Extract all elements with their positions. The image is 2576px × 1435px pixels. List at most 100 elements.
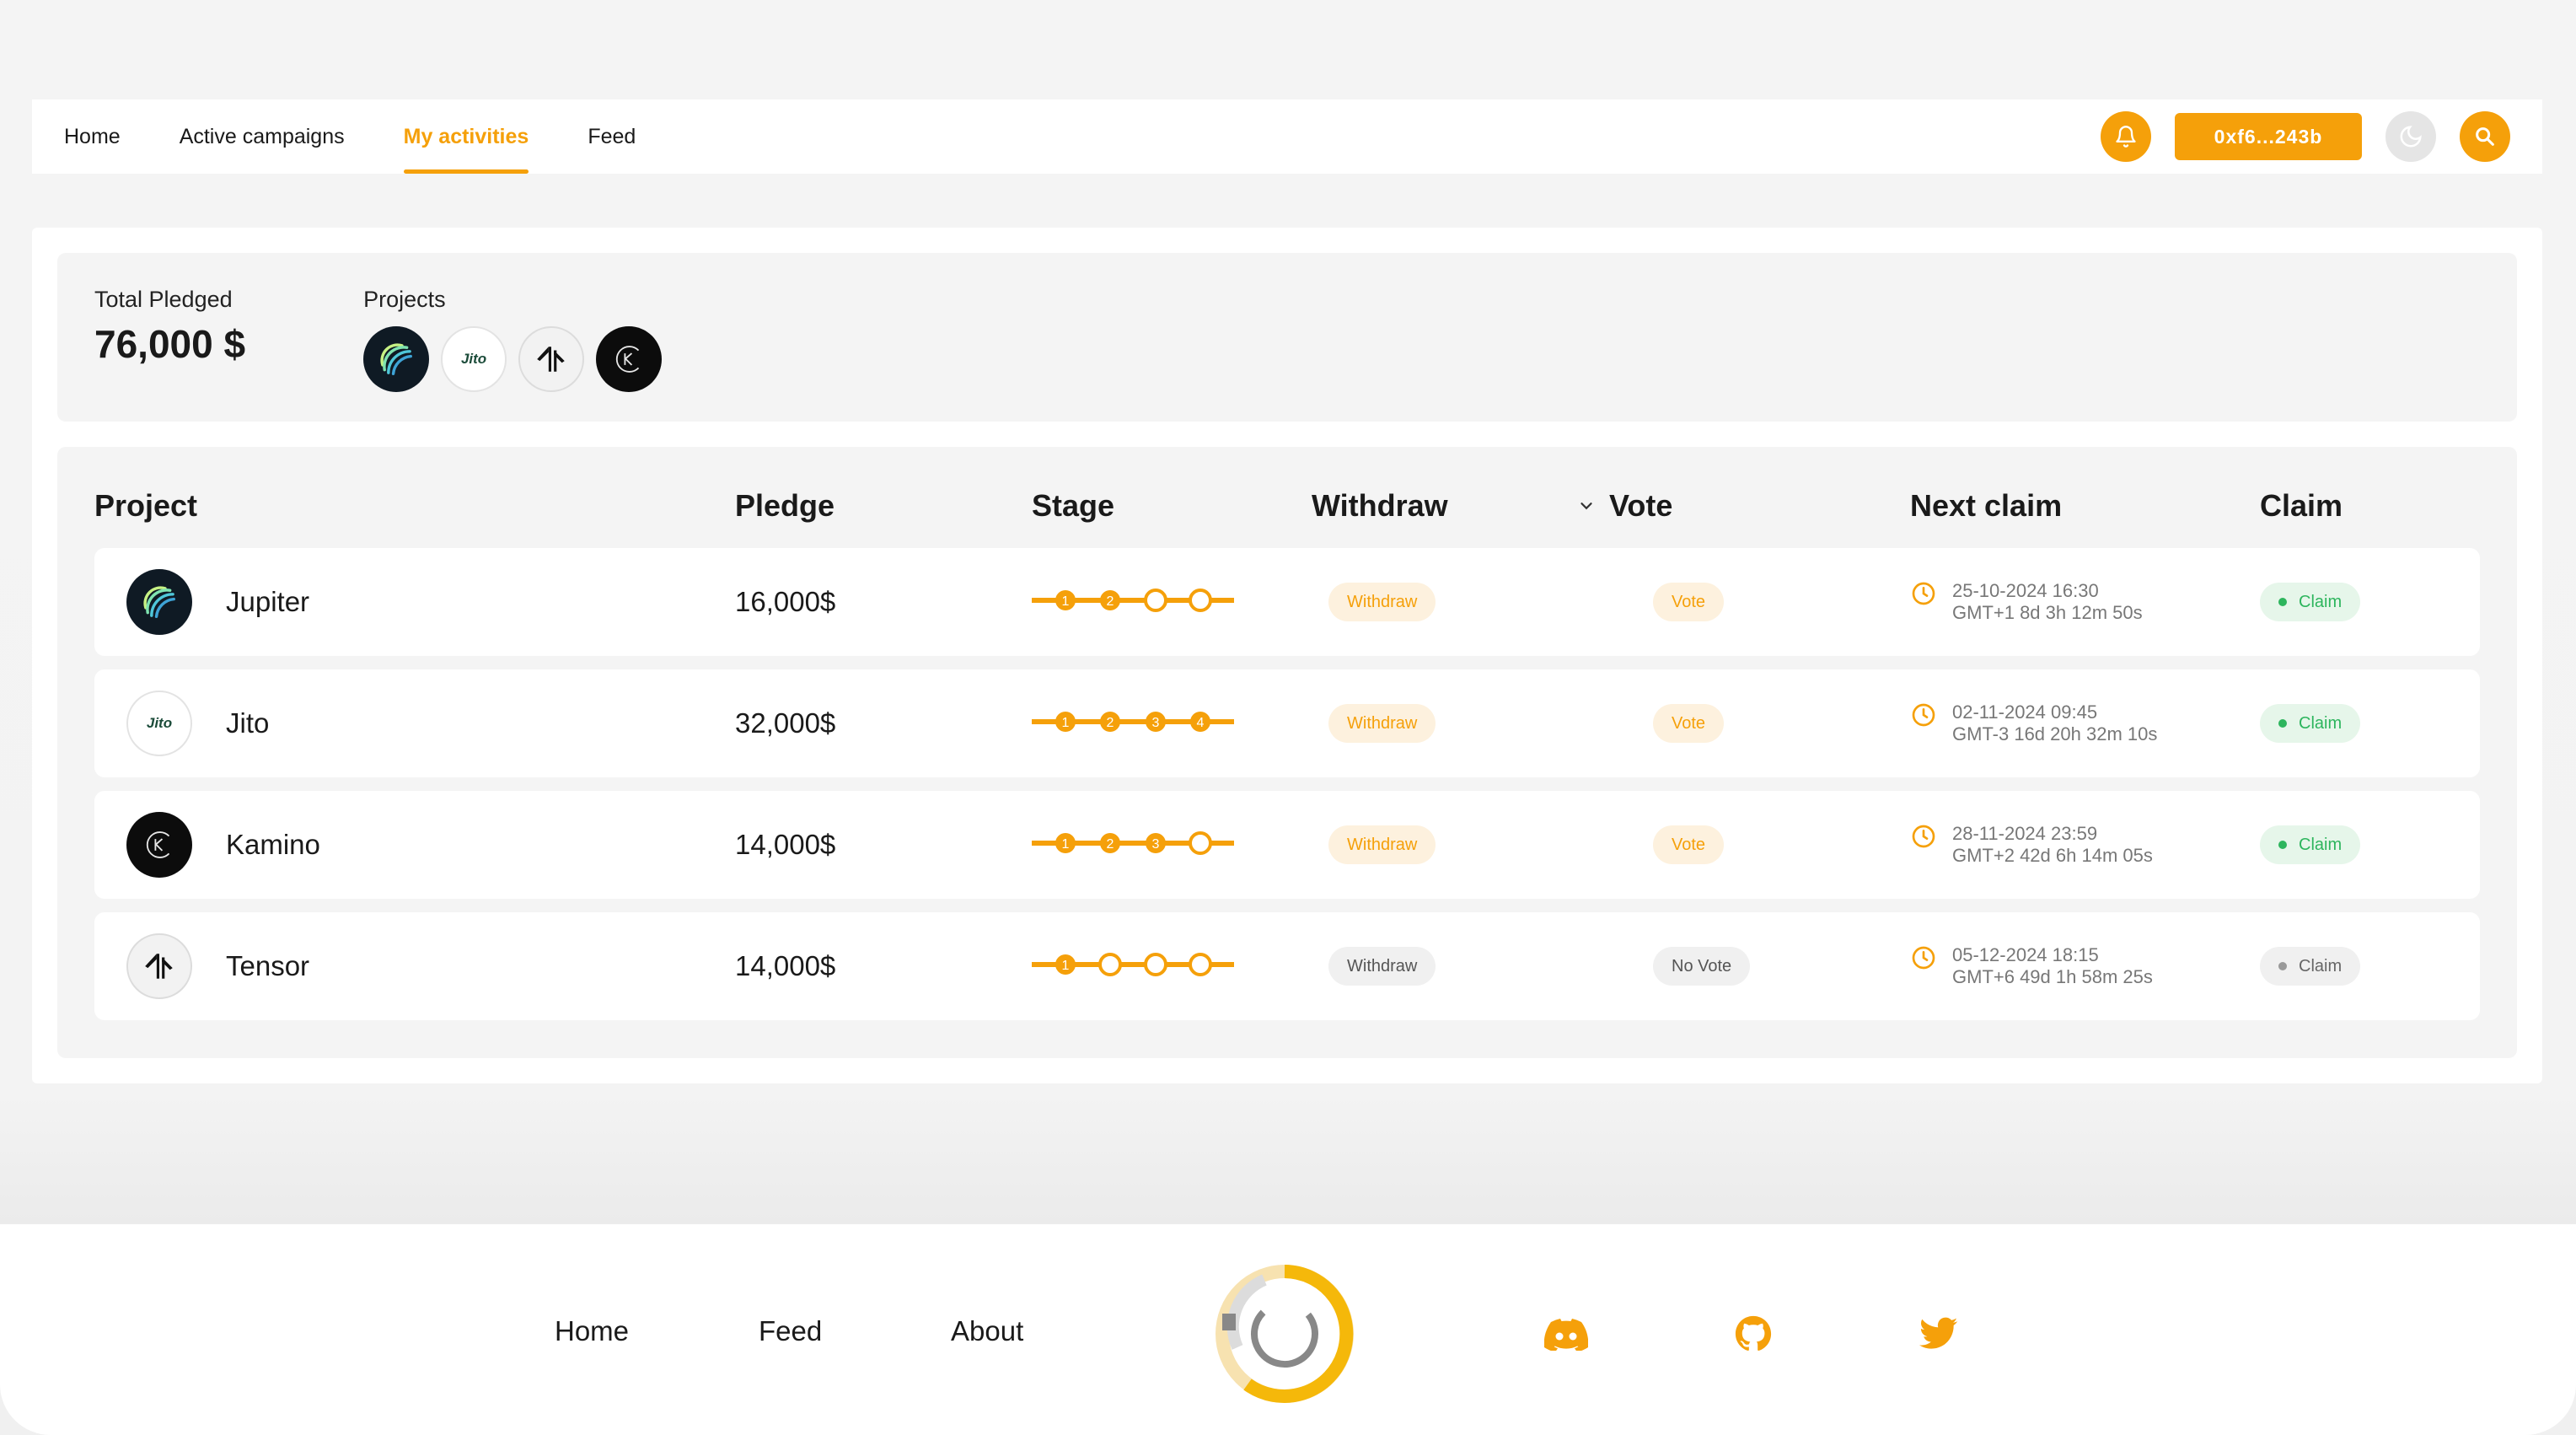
stage-progress: 1 — [1029, 949, 1312, 984]
clock-icon — [1912, 582, 1935, 605]
stage-stepper: 1 2 3 4 — [1029, 711, 1237, 732]
svg-text:2: 2 — [1107, 837, 1114, 852]
table-row[interactable]: Jito Jito 32,000$ 1 2 3 4 Withdraw Vote — [94, 669, 2480, 777]
svg-text:1: 1 — [1062, 716, 1070, 730]
claim-button[interactable]: Claim — [2260, 704, 2361, 743]
next-claim-countdown: GMT+2 42d 6h 14m 05s — [1952, 845, 2153, 866]
claim-button[interactable]: Claim — [2260, 825, 2361, 864]
project-cell: Tensor — [94, 933, 735, 999]
tensor-logo[interactable] — [518, 326, 585, 392]
next-claim-cell: 05-12-2024 18:15 GMT+6 49d 1h 58m 25s — [1910, 944, 2260, 988]
svg-text:3: 3 — [1152, 837, 1160, 852]
nav-my-activities[interactable]: My activities — [403, 99, 529, 174]
next-claim-info: 28-11-2024 23:59 GMT+2 42d 6h 14m 05s — [1952, 823, 2153, 867]
nav-active-campaigns[interactable]: Active campaigns — [180, 99, 345, 174]
notifications-button[interactable] — [2101, 111, 2151, 162]
claim-button[interactable]: Claim — [2260, 583, 2361, 621]
theme-toggle-button[interactable] — [2385, 111, 2436, 162]
table-row[interactable]: Tensor 14,000$ 1 Withdraw No Vote 05-12-… — [94, 912, 2480, 1020]
chevron-down-icon — [1580, 503, 1592, 510]
header-vote[interactable]: Vote — [1577, 488, 1910, 524]
search-icon — [2476, 127, 2494, 146]
vote-button[interactable]: Vote — [1653, 825, 1725, 864]
status-dot — [2278, 719, 2287, 728]
vote-cell: Vote — [1611, 583, 1910, 621]
withdraw-cell: Withdraw — [1312, 704, 1611, 743]
footer-home-link[interactable]: Home — [555, 1315, 629, 1347]
withdraw-button[interactable]: Withdraw — [1328, 583, 1436, 621]
status-dot — [2278, 598, 2287, 606]
nav-links: Home Active campaigns My activities Feed — [64, 99, 695, 174]
svg-text:3: 3 — [1152, 716, 1160, 730]
table-row[interactable]: Kamino 14,000$ 1 2 3 Withdraw Vote 28-11… — [94, 791, 2480, 899]
github-icon[interactable] — [1731, 1312, 1775, 1356]
next-claim-date: 28-11-2024 23:59 — [1952, 823, 2098, 844]
twitter-icon[interactable] — [1917, 1312, 1961, 1356]
projects-block: Projects Jito — [363, 287, 663, 392]
claim-button[interactable]: Claim — [2260, 947, 2361, 986]
jito-logo: Jito — [126, 691, 192, 756]
stage-stepper: 1 2 — [1029, 588, 1237, 612]
header-stage[interactable]: Stage — [1032, 488, 1312, 524]
nav-home[interactable]: Home — [64, 99, 121, 174]
project-cell: Jupiter — [94, 569, 735, 635]
project-name[interactable]: Tensor — [226, 950, 309, 982]
header-pledge[interactable]: Pledge — [735, 488, 1032, 524]
vote-cell: Vote — [1611, 704, 1910, 743]
withdraw-cell: Withdraw — [1312, 825, 1611, 864]
search-button[interactable] — [2460, 111, 2510, 162]
header-vote-cell: Vote — [1580, 488, 1910, 524]
project-name[interactable]: Jito — [226, 707, 269, 739]
header-next-claim[interactable]: Next claim — [1910, 488, 2260, 524]
next-claim-date: 05-12-2024 18:15 — [1952, 944, 2099, 965]
claim-label: Claim — [2299, 835, 2343, 854]
total-pledged-label: Total Pledged — [94, 287, 233, 312]
project-name[interactable]: Jupiter — [226, 586, 309, 618]
header-claim[interactable]: Claim — [2260, 488, 2428, 524]
discord-icon[interactable] — [1544, 1312, 1588, 1356]
pledge-amount: 32,000$ — [735, 707, 836, 739]
moon-icon — [2400, 126, 2422, 148]
table-row[interactable]: Jupiter 16,000$ 1 2 Withdraw Vote 25-10-… — [94, 548, 2480, 656]
header-withdraw[interactable]: Withdraw — [1312, 488, 1611, 524]
clock-icon — [1912, 825, 1935, 848]
tensor-logo — [126, 933, 192, 999]
total-pledged-block: Total Pledged 76,000 $ — [94, 287, 245, 388]
claim-cell: Claim — [2260, 947, 2428, 986]
svg-text:1: 1 — [1062, 959, 1070, 973]
withdraw-button[interactable]: Withdraw — [1328, 825, 1436, 864]
summary-panel: Total Pledged 76,000 $ Projects Jito — [57, 253, 2517, 422]
jupiter-logo[interactable] — [363, 326, 430, 392]
wallet-button[interactable]: 0xf6...243b — [2175, 113, 2362, 160]
project-name[interactable]: Kamino — [226, 829, 320, 861]
clock-icon — [1912, 946, 1935, 970]
total-pledged-value: 76,000 $ — [94, 322, 246, 366]
pledge-amount: 16,000$ — [735, 586, 836, 617]
withdraw-button[interactable]: Withdraw — [1328, 947, 1436, 986]
kamino-logo[interactable] — [596, 326, 663, 392]
pledges-table: Project Pledge Stage Withdraw Vote Next … — [57, 447, 2517, 1058]
footer-about-link[interactable]: About — [951, 1315, 1023, 1347]
next-claim-countdown: GMT+6 49d 1h 58m 25s — [1952, 966, 2153, 987]
pledge-amount: 14,000$ — [735, 829, 836, 860]
vote-button[interactable]: Vote — [1653, 583, 1725, 621]
claim-cell: Claim — [2260, 825, 2428, 864]
claim-cell: Claim — [2260, 583, 2428, 621]
withdraw-button[interactable]: Withdraw — [1328, 704, 1436, 743]
jito-logo[interactable]: Jito — [441, 326, 507, 392]
pledge-amount: 14,000$ — [735, 950, 836, 981]
vote-button[interactable]: Vote — [1653, 704, 1725, 743]
next-claim-cell: 25-10-2024 16:30 GMT+1 8d 3h 12m 50s — [1910, 580, 2260, 624]
claim-label: Claim — [2299, 713, 2343, 733]
claim-cell: Claim — [2260, 704, 2428, 743]
footer-feed-link[interactable]: Feed — [759, 1315, 822, 1347]
next-claim-date: 25-10-2024 16:30 — [1952, 580, 2099, 601]
status-dot — [2278, 841, 2287, 849]
header-project[interactable]: Project — [94, 488, 735, 524]
stage-stepper: 1 — [1029, 952, 1237, 976]
next-claim-info: 05-12-2024 18:15 GMT+6 49d 1h 58m 25s — [1952, 944, 2153, 988]
jito-logo-text: Jito — [146, 715, 173, 731]
nav-feed[interactable]: Feed — [588, 99, 636, 174]
no-vote-button[interactable]: No Vote — [1653, 947, 1751, 986]
top-navbar: Home Active campaigns My activities Feed… — [32, 99, 2542, 174]
